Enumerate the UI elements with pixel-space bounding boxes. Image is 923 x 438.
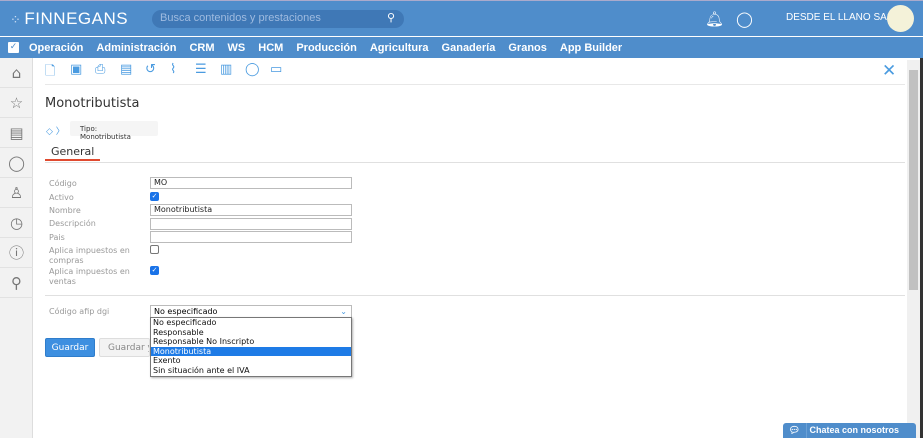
ventas-label: Aplica impuestos en ventas: [49, 267, 130, 287]
divider: [45, 162, 905, 163]
option-no-especificado[interactable]: No especificado: [151, 318, 351, 328]
menu-check-icon[interactable]: ✓: [8, 42, 19, 53]
compras-checkbox[interactable]: [150, 245, 159, 254]
afip-dropdown: No especificado Responsable Responsable …: [150, 317, 352, 377]
page-title: Monotributista: [45, 96, 140, 111]
save-icon[interactable]: ▣: [70, 62, 95, 84]
compras-label-line1: Aplica impuestos en: [49, 246, 130, 255]
nombre-input[interactable]: Monotributista: [150, 204, 352, 216]
avatar[interactable]: [887, 5, 914, 32]
menu-crm[interactable]: CRM: [189, 42, 214, 54]
close-icon[interactable]: ✕: [882, 61, 896, 81]
activo-checkbox[interactable]: ✓: [150, 192, 159, 201]
divider: [45, 295, 905, 296]
report-icon[interactable]: ▥: [220, 62, 245, 84]
ventas-label-line2: ventas: [49, 277, 76, 286]
ventas-label-line1: Aplica impuestos en: [49, 267, 130, 276]
descripcion-input[interactable]: [150, 218, 352, 230]
pais-input[interactable]: [150, 231, 352, 243]
new-document-icon[interactable]: 🗋: [45, 62, 70, 84]
user-settings-icon[interactable]: ♙: [0, 178, 33, 208]
logo-dots-icon: ⁘: [10, 12, 22, 27]
top-header: [0, 0, 923, 36]
bell-icon[interactable]: 🔔︎: [705, 10, 724, 28]
search-placeholder: Busca contenidos y prestaciones: [160, 12, 321, 24]
menu-ws[interactable]: WS: [228, 42, 246, 54]
clock-icon[interactable]: ◷: [0, 208, 33, 238]
option-sin-situacion-iva[interactable]: Sin situación ante el IVA: [151, 366, 351, 376]
menu-operacion[interactable]: Operación: [29, 42, 83, 54]
compras-label-line2: compras: [49, 256, 84, 265]
history-icon[interactable]: ↺: [145, 62, 170, 84]
star-icon[interactable]: ☆: [0, 88, 33, 118]
descripcion-label: Descripción: [49, 219, 96, 228]
option-responsable-no-inscripto[interactable]: Responsable No Inscripto: [151, 337, 351, 347]
tag-icon[interactable]: ◇ 〉: [46, 124, 65, 137]
attachment-icon[interactable]: ⌇: [170, 62, 195, 84]
search-input[interactable]: Busca contenidos y prestaciones ⚲: [152, 10, 404, 28]
print-icon[interactable]: ⎙: [95, 62, 120, 84]
ventas-checkbox[interactable]: ✓: [150, 266, 159, 275]
chat-label: Chatea con nosotros: [809, 425, 900, 435]
comment-icon[interactable]: ◯: [245, 62, 270, 84]
copy-icon[interactable]: ▤: [120, 62, 145, 84]
help-icon[interactable]: ⓘ: [0, 238, 33, 268]
compras-label: Aplica impuestos en compras: [49, 246, 130, 266]
codigo-label: Código: [49, 179, 77, 188]
menu-granos[interactable]: Granos: [508, 42, 547, 54]
chat-bubble-icon[interactable]: ◯: [0, 148, 33, 178]
menu-agricultura[interactable]: Agricultura: [370, 42, 429, 54]
pais-label: Pais: [49, 233, 65, 242]
codigo-input[interactable]: MO: [150, 177, 352, 189]
save-and-new-button[interactable]: Guardar y nuevo: [99, 338, 150, 357]
chevron-down-icon: ⌄: [340, 307, 347, 316]
menu-administracion[interactable]: Administración: [96, 42, 176, 54]
sidebar: ⌂ ☆ ▤ ◯ ♙ ◷ ⓘ ⚲: [0, 58, 33, 438]
save-button[interactable]: Guardar: [45, 338, 95, 357]
option-exento[interactable]: Exento: [151, 356, 351, 366]
menu-app-builder[interactable]: App Builder: [560, 42, 622, 54]
afip-selected-value: No especificado: [154, 307, 218, 316]
chat-button[interactable]: 💬︎ Chatea con nosotros: [783, 423, 916, 438]
menu-ganaderia[interactable]: Ganadería: [442, 42, 496, 54]
home-icon[interactable]: ⌂: [0, 58, 33, 88]
toolbar: 🗋 ▣ ⎙ ▤ ↺ ⌇ ☰ ▥ ◯ ▭: [45, 62, 295, 84]
company-name[interactable]: DESDE EL LLANO SAS: [786, 12, 893, 23]
breadcrumb[interactable]: Tipo: Monotributista: [70, 121, 158, 141]
chat-icon: 💬︎: [783, 423, 807, 438]
search-users-icon[interactable]: ⚲: [0, 268, 33, 298]
option-responsable[interactable]: Responsable: [151, 328, 351, 338]
option-monotributista[interactable]: Monotributista: [151, 346, 351, 357]
logo-text: FINNEGANS: [24, 9, 129, 28]
tab-general[interactable]: General: [45, 145, 101, 161]
afip-label: Código afip dgi: [49, 307, 110, 316]
user-icon[interactable]: ◯: [736, 10, 753, 28]
checklist-icon[interactable]: ☰: [195, 62, 220, 84]
nombre-label: Nombre: [49, 206, 81, 215]
activo-label: Activo: [49, 193, 74, 202]
card-icon[interactable]: ▭: [270, 62, 295, 84]
scrollbar-thumb[interactable]: [909, 70, 918, 290]
main-menu: ✓ Operación Administración CRM WS HCM Pr…: [0, 37, 923, 58]
finnegans-logo[interactable]: ⁘ FINNEGANS: [10, 9, 128, 29]
clipboard-icon[interactable]: ▤: [0, 118, 33, 148]
menu-hcm[interactable]: HCM: [258, 42, 283, 54]
search-icon[interactable]: ⚲: [387, 11, 395, 24]
divider: [45, 84, 905, 85]
menu-produccion[interactable]: Producción: [296, 42, 357, 54]
